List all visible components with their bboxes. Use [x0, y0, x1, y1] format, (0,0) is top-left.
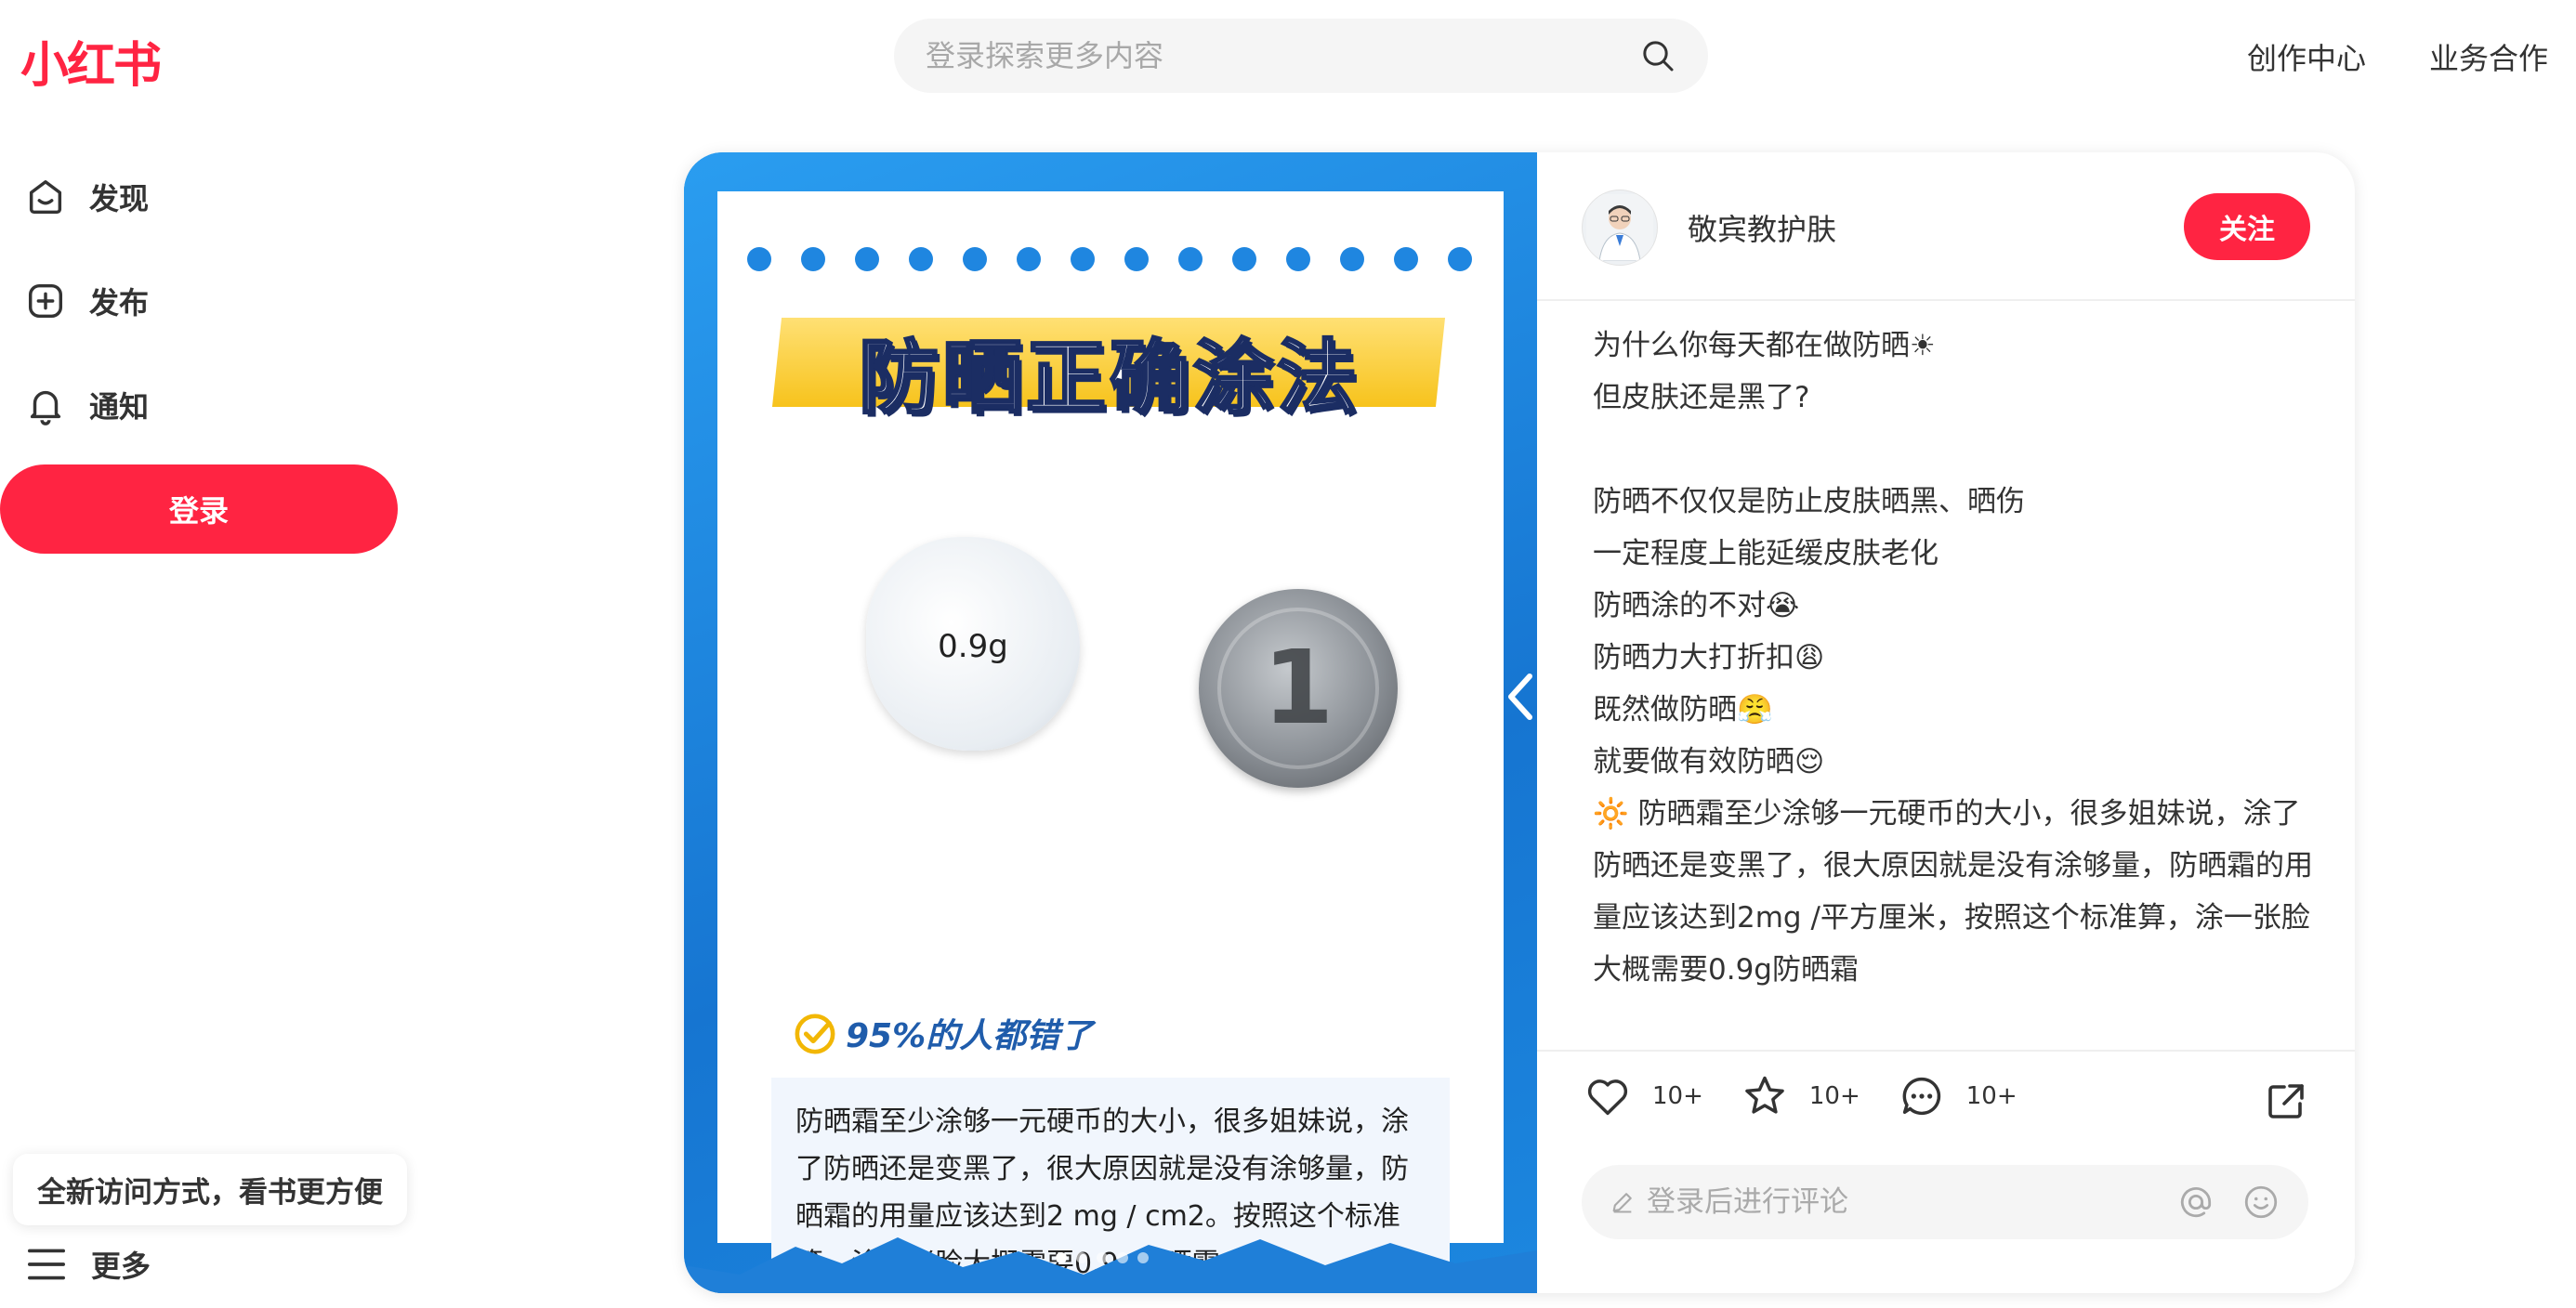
note-image[interactable]: 防晒正确涂法 0.9g 1 95%的人都错了 防晒霜至少涂够一元硬币的大小，很多… [684, 152, 1537, 1293]
content-line: 防晒不仅仅是防止皮肤晒黑、晒伤 [1593, 485, 2025, 518]
mountain-decoration [684, 1237, 1537, 1293]
sidebar-item-publish[interactable]: 发布 [24, 273, 149, 329]
divider [1537, 299, 2355, 301]
sidebar-item-label: 发现 [89, 181, 150, 216]
sidebar-item-discover[interactable]: 发现 [24, 169, 149, 225]
note-card: 防晒正确涂法 0.9g 1 95%的人都错了 防晒霜至少涂够一元硬币的大小，很多… [684, 152, 2355, 1293]
collect-button[interactable]: 10+ [1741, 1072, 1860, 1120]
divider [1537, 1050, 2355, 1052]
share-icon[interactable] [2264, 1079, 2308, 1124]
content-line: 防晒涂的不对😭 [1593, 589, 1800, 622]
content-line: 一定程度上能延缓皮肤老化 [1593, 537, 1939, 570]
comment-count: 10+ [1965, 1082, 2017, 1110]
like-count: 10+ [1652, 1082, 1703, 1110]
search-input[interactable] [926, 38, 1639, 73]
check-icon [795, 1014, 835, 1054]
comment-icon [1902, 1077, 1940, 1116]
sidebar-item-label: 通知 [89, 389, 150, 425]
note-content: 为什么你每天都在做防晒☀ 但皮肤还是黑了? 防晒不仅仅是防止皮肤晒黑、晒伤 一定… [1593, 320, 2318, 996]
more-menu[interactable]: 更多 [26, 1243, 151, 1286]
desc-line: 了防晒还是变黑了，很大原因就是没有涂够量，防 [795, 1153, 1409, 1185]
content-line: 但皮肤还是黑了? [1593, 381, 1810, 414]
search-icon[interactable] [1639, 37, 1676, 74]
emoji-icon[interactable] [2241, 1183, 2280, 1222]
content-line [1593, 424, 2318, 476]
mention-icon[interactable] [2176, 1183, 2215, 1222]
content-line: 为什么你每天都在做防晒☀ [1593, 329, 1936, 362]
engagement-bar: 10+ 10+ 10+ [1584, 1072, 2055, 1120]
author-name[interactable]: 敬宾教护肤 [1688, 206, 1836, 249]
binder-dots [747, 247, 1472, 271]
search-bar[interactable] [894, 19, 1708, 93]
pen-icon [1612, 1193, 1632, 1213]
prev-arrow-icon[interactable] [1504, 669, 1537, 725]
creator-center-link[interactable]: 创作中心 [2247, 35, 2366, 78]
image-subtitle: 95%的人都错了 [846, 1017, 1094, 1055]
comment-button[interactable]: 10+ [1898, 1072, 2017, 1120]
collect-count: 10+ [1808, 1082, 1860, 1110]
comment-input[interactable] [1647, 1185, 2150, 1219]
logo[interactable]: 小红书 [20, 26, 162, 96]
bell-icon [30, 390, 61, 425]
discover-icon [29, 179, 62, 215]
login-button[interactable]: 登录 [0, 464, 398, 554]
author-info[interactable]: 敬宾教护肤 [1582, 190, 1836, 266]
sidebar-item-label: 发布 [89, 285, 150, 320]
comment-box[interactable] [1582, 1165, 2308, 1239]
avatar-illustration [1586, 194, 1653, 261]
tooltip-promo: 全新访问方式，看书更方便 [13, 1154, 407, 1225]
publish-icon [28, 283, 63, 319]
image-paper: 防晒正确涂法 0.9g 1 95%的人都错了 防晒霜至少涂够一元硬币的大小，很多… [717, 191, 1504, 1293]
heart-icon [1587, 1079, 1628, 1116]
star-icon [1745, 1076, 1784, 1114]
content-line: 防晒力大打折扣😩 [1593, 641, 1825, 674]
like-button[interactable]: 10+ [1584, 1072, 1703, 1120]
avatar[interactable] [1582, 190, 1658, 266]
content-line: 既然做防晒😤 [1593, 693, 1773, 726]
more-label: 更多 [91, 1249, 151, 1284]
coin-digit: 1 [1262, 628, 1334, 747]
cream-weight-label: 0.9g [938, 628, 1008, 665]
image-title: 防晒正确涂法 [858, 331, 1360, 426]
sidebar-item-notifications[interactable]: 通知 [24, 377, 149, 433]
content-paragraph: 🔆 防晒霜至少涂够一元硬币的大小，很多姐妹说，涂了防晒还是变黑了，很大原因就是没… [1593, 797, 2313, 987]
content-line: 就要做有效防晒😌 [1593, 745, 1825, 778]
desc-line: 防晒霜至少涂够一元硬币的大小，很多姐妹说，涂 [795, 1105, 1409, 1138]
menu-icon [28, 1249, 65, 1280]
business-link[interactable]: 业务合作 [2429, 35, 2548, 78]
coin-image: 1 [1199, 589, 1398, 788]
image-pager [1056, 1252, 1149, 1263]
follow-button[interactable]: 关注 [2184, 193, 2310, 260]
